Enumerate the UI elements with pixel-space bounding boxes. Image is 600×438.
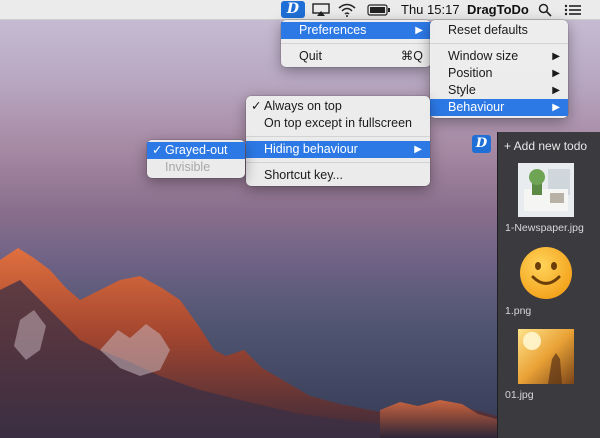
notification-center-icon[interactable] [564,4,582,16]
dragtodo-panel-icon[interactable]: D [472,135,491,153]
app-menu: Preferences ▶ Quit ⌘Q [281,20,431,67]
dragtodo-app-icon[interactable]: D [281,1,305,18]
menu-separator [246,136,430,137]
menu-item-shortcut-key[interactable]: Shortcut key... [246,167,430,184]
battery-icon[interactable] [367,4,391,16]
menu-item-label: Window size [448,49,519,63]
menu-item-always-on-top[interactable]: ✓ Always on top [246,98,430,115]
menu-item-window-size[interactable]: Window size ▶ [430,48,568,65]
menu-item-hiding-behaviour[interactable]: Hiding behaviour ▶ [246,141,430,158]
menu-item-grayed-out[interactable]: ✓ Grayed-out [147,142,245,159]
airplay-icon[interactable] [312,3,330,17]
menu-item-behaviour[interactable]: Behaviour ▶ [430,99,568,116]
file-name: 1-Newspaper.jpg [505,222,584,234]
menu-item-label: Grayed-out [165,143,228,157]
menu-item-label: Behaviour [448,100,505,114]
menu-item-label: Hiding behaviour [264,142,358,156]
submenu-arrow-icon: ▶ [415,25,423,36]
submenu-arrow-icon: ▶ [552,85,560,96]
hiding-behaviour-submenu: ✓ Grayed-out Invisible [147,140,245,178]
menu-separator [246,162,430,163]
menu-item-quit[interactable]: Quit ⌘Q [281,48,431,65]
file-thumbnail-sunlight[interactable] [518,329,574,384]
menu-item-position[interactable]: Position ▶ [430,65,568,82]
submenu-arrow-icon: ▶ [552,68,560,79]
menu-item-label: Preferences [299,23,367,37]
submenu-arrow-icon: ▶ [414,144,422,155]
menu-item-label: Always on top [264,99,342,113]
menu-bar-app-name[interactable]: DragToDo [467,0,529,19]
submenu-arrow-icon: ▶ [552,102,560,113]
menu-item-label: Shortcut key... [264,168,343,182]
menu-item-label: Invisible [165,160,211,174]
menu-item-label: Quit [299,49,322,63]
menu-item-invisible[interactable]: Invisible [147,159,245,176]
file-name: 1.png [505,305,532,317]
file-thumbnail-smiley[interactable] [519,246,573,300]
file-name: 01.jpg [505,389,534,401]
menu-item-label: Reset defaults [448,23,528,37]
add-new-todo-button[interactable]: + Add new todo [504,139,587,153]
menu-item-preferences[interactable]: Preferences ▶ [281,22,431,39]
preferences-submenu: Reset defaults Window size ▶ Position ▶ … [430,20,568,118]
checkmark-icon: ✓ [251,99,262,113]
menu-bar-clock[interactable]: Thu 15:17 [401,0,460,19]
menu-separator [281,43,431,44]
file-thumbnail-newspaper[interactable] [518,163,574,217]
behaviour-submenu: ✓ Always on top On top except in fullscr… [246,96,430,186]
menu-item-reset-defaults[interactable]: Reset defaults [430,22,568,39]
menu-separator [430,43,568,44]
menu-bar: D Thu 15:17 DragToDo [0,0,600,20]
spotlight-search-icon[interactable] [538,3,552,17]
checkmark-icon: ✓ [152,143,163,157]
menu-item-label: Style [448,83,476,97]
wifi-icon[interactable] [338,3,356,17]
menu-item-on-top-except-fullscreen[interactable]: On top except in fullscreen [246,115,430,132]
menu-item-style[interactable]: Style ▶ [430,82,568,99]
submenu-arrow-icon: ▶ [552,51,560,62]
menu-item-label: On top except in fullscreen [264,116,412,130]
menu-item-shortcut: ⌘Q [400,49,423,63]
menu-item-label: Position [448,66,493,80]
